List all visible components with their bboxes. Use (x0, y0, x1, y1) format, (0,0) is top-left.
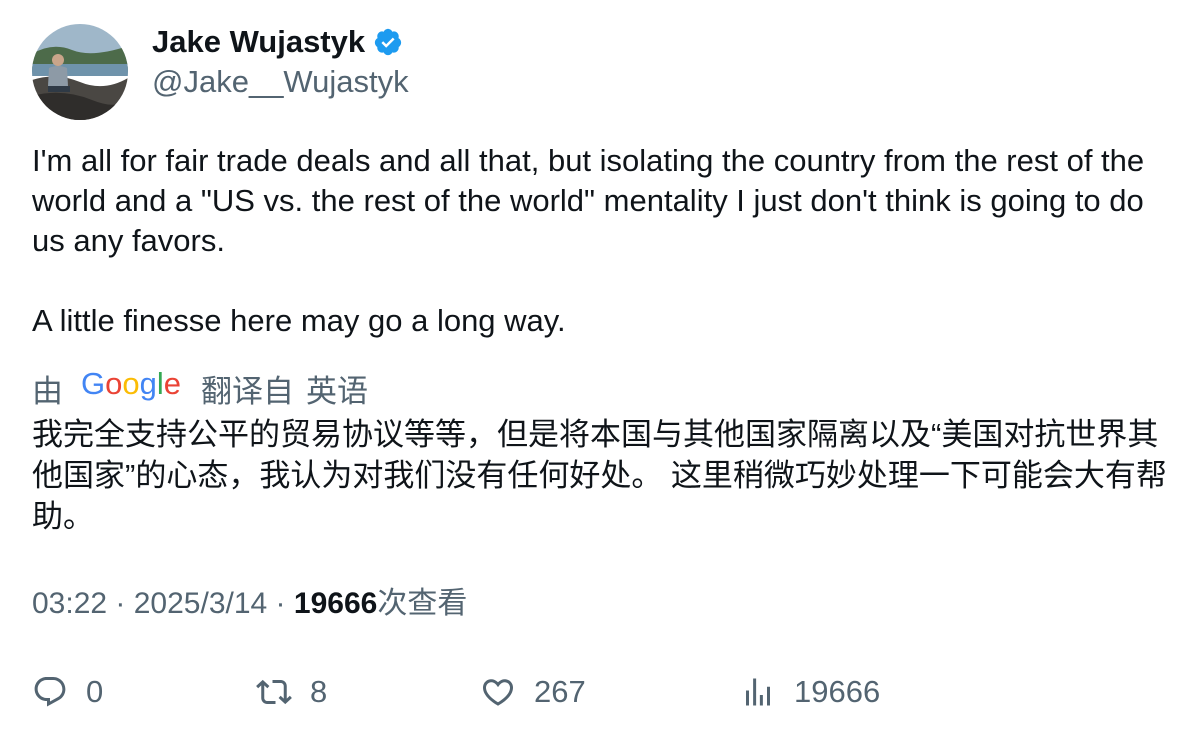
author-name-row[interactable]: Jake Wujastyk (152, 22, 403, 62)
meta-separator: · (267, 587, 294, 620)
svg-text:Google: Google (81, 366, 181, 401)
author-handle[interactable]: @Jake__Wujastyk (152, 62, 409, 102)
like-button[interactable]: 267 (480, 670, 586, 714)
google-logo-icon[interactable]: Google (81, 366, 181, 410)
meta-separator: · (107, 587, 134, 620)
source-language: 英语 (306, 373, 368, 409)
tweet-paragraph: I'm all for fair trade deals and all tha… (32, 143, 1145, 258)
verified-badge-icon[interactable] (373, 27, 403, 57)
views-button[interactable]: 19666 (740, 670, 880, 714)
avatar[interactable] (32, 24, 128, 120)
translated-by-prefix: 由 (32, 373, 63, 409)
reply-icon (32, 674, 68, 710)
retweet-count: 8 (310, 674, 328, 709)
tweet-actions: 0 8 267 19666 (0, 670, 1196, 714)
tweet-time[interactable]: 03:22 (32, 587, 107, 620)
tweet-text: I'm all for fair trade deals and all tha… (32, 141, 1172, 341)
heart-icon (480, 674, 516, 710)
views-count: 19666 (293, 587, 378, 620)
retweet-button[interactable]: 8 (256, 670, 327, 714)
avatar-photo (32, 24, 128, 120)
retweet-icon (256, 674, 292, 710)
translated-from-label: 翻译自 (201, 373, 294, 409)
views-label: 次查看 (377, 587, 468, 620)
author-display-name[interactable]: Jake Wujastyk (152, 22, 365, 62)
tweet-meta: 03:22 · 2025/3/14 · 19666次查看 (32, 584, 467, 624)
tweet-date[interactable]: 2025/3/14 (134, 587, 267, 620)
translation-text: 我完全支持公平的贸易协议等等，但是将本国与其他国家隔离以及“美国对抗世界其他国家… (32, 417, 1167, 534)
like-count: 267 (534, 674, 586, 709)
analytics-bars-icon (740, 674, 776, 710)
views-action-count: 19666 (794, 674, 881, 709)
translated-by-row: 由 Google 翻译自 英语 (32, 366, 368, 410)
reply-count: 0 (86, 674, 104, 709)
reply-button[interactable]: 0 (32, 670, 103, 714)
tweet-paragraph: A little finesse here may go a long way. (32, 303, 566, 338)
